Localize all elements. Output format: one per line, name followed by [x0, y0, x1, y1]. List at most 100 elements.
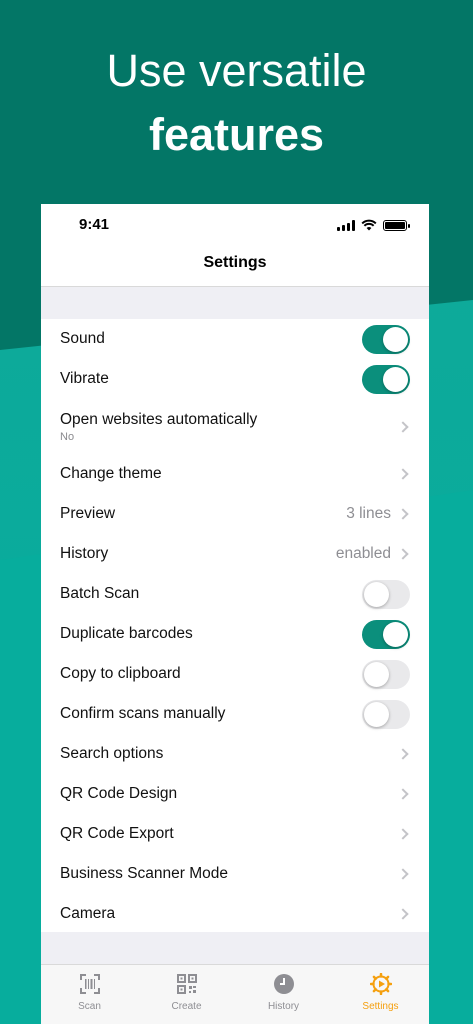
setting-label: Camera [60, 905, 116, 922]
setting-text: QR Code Export [60, 825, 174, 843]
setting-row-sound[interactable]: Sound [41, 319, 429, 359]
setting-row-copy-to-clipboard[interactable]: Copy to clipboard [41, 654, 429, 694]
setting-text: Open websites automatically No [60, 411, 257, 443]
setting-label: Business Scanner Mode [60, 865, 229, 882]
setting-accessory [397, 734, 410, 774]
gear-icon [369, 973, 392, 995]
setting-accessory [362, 694, 410, 734]
setting-text: Duplicate barcodes [60, 625, 193, 643]
status-time: 9:41 [79, 216, 110, 233]
setting-text: Search options [60, 745, 163, 763]
setting-text: Camera [60, 905, 115, 923]
toggle-knob [364, 701, 389, 727]
setting-row-camera[interactable]: Camera [41, 894, 429, 934]
setting-row-qr-code-export[interactable]: QR Code Export [41, 814, 429, 854]
setting-label: Duplicate barcodes [60, 625, 193, 642]
setting-accessory [397, 814, 410, 854]
setting-accessory [397, 774, 410, 814]
toggle-knob [383, 326, 408, 352]
setting-accessory [362, 654, 410, 694]
setting-row-batch-scan[interactable]: Batch Scan [41, 574, 429, 614]
setting-row-open-websites-automatically[interactable]: Open websites automatically No [41, 399, 429, 454]
batch-scan-toggle[interactable] [362, 579, 410, 609]
toggle-knob [383, 366, 408, 392]
chevron-right-icon [397, 508, 409, 520]
tab-history[interactable]: History [235, 965, 332, 1024]
chevron-right-icon [397, 420, 409, 433]
setting-accessory [397, 399, 410, 454]
setting-text: History [60, 545, 108, 563]
section-spacer-top [41, 287, 429, 319]
wifi-icon [361, 219, 377, 231]
toggle-knob [364, 661, 389, 687]
setting-text: Business Scanner Mode [60, 865, 228, 883]
setting-row-duplicate-barcodes[interactable]: Duplicate barcodes [41, 614, 429, 654]
chevron-right-icon [397, 748, 409, 760]
tab-label: History [267, 1001, 300, 1012]
setting-label: Search options [60, 745, 164, 762]
setting-text: Confirm scans manually [60, 705, 225, 723]
setting-accessory [362, 574, 410, 614]
signal-icon [337, 219, 355, 231]
toggle-knob [364, 581, 389, 607]
setting-value: enabled [335, 545, 391, 562]
setting-text: Copy to clipboard [60, 665, 181, 683]
setting-label: History [60, 545, 109, 562]
chevron-right-icon [397, 868, 409, 880]
tab-label: Create [171, 1001, 202, 1012]
setting-label: Change theme [60, 465, 162, 482]
setting-label: Preview [60, 505, 116, 522]
setting-row-vibrate[interactable]: Vibrate [41, 359, 429, 399]
headline-line-2: features [148, 109, 325, 160]
setting-accessory: enabled [336, 534, 410, 574]
tab-scan[interactable]: Scan [41, 965, 138, 1024]
chevron-right-icon [397, 468, 409, 480]
status-bar: 9:41 [41, 204, 429, 246]
setting-accessory [397, 894, 410, 934]
setting-label: Confirm scans manually [60, 705, 226, 722]
settings-list: Sound Vibrate Open websites automatically N… [41, 319, 429, 934]
setting-row-history[interactable]: History enabled [41, 534, 429, 574]
confirm-scans-manually-toggle[interactable] [362, 699, 410, 729]
status-icons [337, 219, 410, 231]
setting-accessory [362, 614, 410, 654]
clock-icon [273, 974, 294, 994]
tab-settings[interactable]: Settings [332, 965, 429, 1024]
setting-text: Change theme [60, 465, 162, 483]
headline-line-1: Use versatile [106, 45, 367, 96]
setting-label: Copy to clipboard [60, 665, 181, 682]
sound-toggle[interactable] [362, 324, 410, 354]
vibrate-toggle[interactable] [362, 364, 410, 394]
setting-label: QR Code Design [60, 785, 178, 802]
scan-icon [79, 974, 100, 994]
section-spacer-bottom [41, 932, 429, 964]
setting-accessory [362, 319, 410, 359]
setting-label: QR Code Export [60, 825, 174, 842]
setting-subtitle: No [60, 430, 75, 443]
setting-text: Preview [60, 505, 115, 523]
setting-accessory [362, 359, 410, 399]
setting-accessory: 3 lines [346, 494, 410, 534]
setting-label: Vibrate [60, 370, 109, 387]
phone-screen: 9:41 Settings Sound Vibrate Open websites … [41, 204, 429, 1024]
setting-text: Vibrate [60, 370, 109, 388]
setting-row-search-options[interactable]: Search options [41, 734, 429, 774]
copy-to-clipboard-toggle[interactable] [362, 659, 410, 689]
setting-label: Batch Scan [60, 585, 140, 602]
setting-row-confirm-scans-manually[interactable]: Confirm scans manually [41, 694, 429, 734]
tab-create[interactable]: Create [138, 965, 235, 1024]
setting-label: Sound [60, 330, 105, 347]
setting-row-qr-code-design[interactable]: QR Code Design [41, 774, 429, 814]
setting-accessory [397, 854, 410, 894]
battery-icon [383, 219, 410, 231]
duplicate-barcodes-toggle[interactable] [362, 619, 410, 649]
chevron-right-icon [397, 908, 409, 920]
setting-text: Batch Scan [60, 585, 139, 603]
tab-bar: Scan Create History Settings [41, 964, 429, 1024]
setting-row-business-scanner-mode[interactable]: Business Scanner Mode [41, 854, 429, 894]
setting-accessory [397, 454, 410, 494]
setting-row-change-theme[interactable]: Change theme [41, 454, 429, 494]
setting-row-preview[interactable]: Preview 3 lines [41, 494, 429, 534]
chevron-right-icon [397, 548, 409, 560]
setting-text: QR Code Design [60, 785, 177, 803]
